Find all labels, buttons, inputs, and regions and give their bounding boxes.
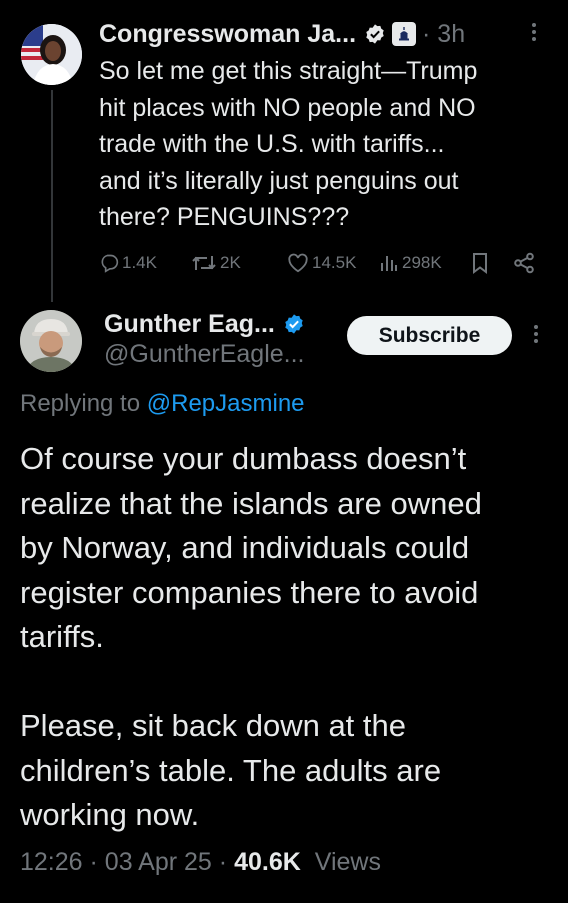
heart-icon (288, 253, 308, 273)
tweet-time[interactable]: 12:26 (20, 848, 83, 876)
repost-button[interactable]: 2K (191, 246, 241, 280)
tweet-meta: 12:26 · 03 Apr 25 · 40.6K Views (20, 848, 381, 877)
replying-prefix: Replying to (20, 390, 147, 417)
separator-dot: · (218, 848, 235, 876)
repost-count: 2K (220, 253, 241, 272)
avatar-image (20, 310, 82, 372)
avatar-image (21, 24, 82, 85)
views-label: Views (314, 848, 381, 876)
tweet-header: Congresswoman Ja... · 3h (99, 15, 465, 53)
avatar[interactable] (21, 24, 82, 85)
share-icon (514, 252, 534, 274)
like-button[interactable]: 14.5K (287, 246, 356, 280)
repost-icon (192, 256, 216, 270)
bookmark-button[interactable] (471, 246, 492, 280)
views-count: 298K (402, 253, 442, 272)
tweet-text: So let me get this straight—Trump hit pl… (99, 57, 478, 231)
mention-link[interactable]: @RepJasmine (147, 390, 305, 417)
reply-count: 1.4K (122, 253, 157, 272)
user-handle[interactable]: @GuntherEagle... (104, 340, 305, 369)
verified-badge-icon[interactable] (364, 23, 386, 45)
display-name[interactable]: Congresswoman Ja... (99, 20, 356, 49)
replying-to-line: Replying to @RepJasmine (20, 390, 305, 418)
reply-button[interactable]: 1.4K (99, 246, 157, 280)
verified-badge-icon[interactable] (283, 313, 305, 335)
government-badge-icon[interactable] (392, 22, 417, 46)
tweet-date[interactable]: 03 Apr 25 (105, 848, 212, 876)
like-count: 14.5K (312, 253, 357, 272)
share-button[interactable] (513, 246, 538, 280)
tweet-actions: 1.4K 2K 14.5K 298K (99, 246, 549, 280)
reply-icon (101, 254, 119, 273)
avatar[interactable] (20, 310, 82, 372)
tweet-header: Gunther Eag... (104, 306, 305, 342)
more-options-icon[interactable] (528, 20, 540, 48)
views-button[interactable]: 298K (379, 246, 442, 280)
subscribe-button[interactable]: Subscribe (347, 316, 512, 355)
views-chart-icon (381, 256, 397, 271)
more-options-icon[interactable] (530, 322, 542, 350)
views-count: 40.6K (234, 848, 301, 876)
tweet-text: Of course your dumbass doesn’t realize t… (20, 441, 482, 832)
display-name[interactable]: Gunther Eag... (104, 310, 275, 339)
separator-dot: · (89, 848, 105, 876)
timestamp[interactable]: · 3h (422, 20, 465, 49)
bookmark-icon (473, 253, 487, 274)
thread-connector-line (51, 90, 53, 302)
